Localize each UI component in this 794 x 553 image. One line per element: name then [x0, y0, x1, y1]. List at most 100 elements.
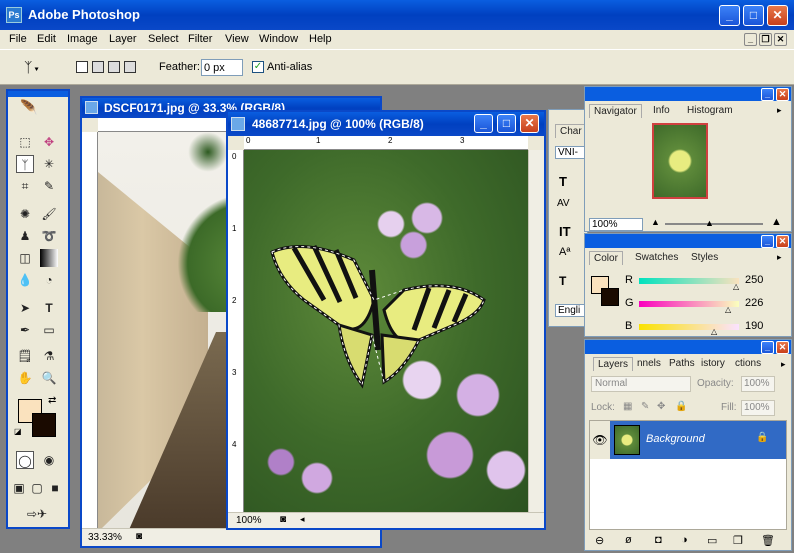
tab-history[interactable]: istory — [701, 357, 725, 371]
doc2-zoom[interactable]: 100% — [236, 515, 262, 526]
doc-minimize-icon[interactable]: _ — [744, 33, 757, 46]
tab-channels[interactable]: nnels — [637, 357, 661, 371]
r-value[interactable]: 250 — [745, 273, 777, 289]
shape-tool-icon[interactable]: ▭ — [40, 321, 58, 339]
language-field[interactable]: Engli — [555, 304, 587, 317]
g-slider-handle[interactable]: △ — [725, 305, 731, 314]
history-brush-icon[interactable]: ➰ — [40, 227, 58, 245]
blur-tool-icon[interactable]: 💧 — [16, 271, 34, 289]
background-color-swatch[interactable] — [32, 413, 56, 437]
b-slider-handle[interactable]: △ — [711, 327, 717, 336]
add-selection-icon[interactable] — [92, 61, 104, 73]
menu-edit[interactable]: Edit — [37, 30, 56, 49]
tab-navigator[interactable]: Navigator — [589, 104, 642, 118]
zoom-out-icon[interactable]: ▲ — [651, 217, 660, 227]
new-layer-icon[interactable]: ❐ — [733, 534, 743, 547]
marquee-tool-icon[interactable]: ⬚ — [16, 133, 34, 151]
tab-character[interactable]: Char — [555, 124, 587, 138]
navigator-close-icon[interactable]: ✕ — [776, 88, 789, 101]
r-slider[interactable] — [639, 278, 739, 284]
doc1-zoom[interactable]: 33.33% — [88, 532, 122, 543]
doc2-title-bar[interactable]: 48687714.jpg @ 100% (RGB/8) _ □ ✕ — [228, 112, 544, 136]
doc-restore-icon[interactable]: ❐ — [759, 33, 772, 46]
blend-mode-select[interactable]: Normal — [591, 376, 691, 392]
doc2-h-scroll-left-icon[interactable]: ◂ — [300, 514, 305, 525]
b-slider[interactable] — [639, 324, 739, 330]
layer-mask-icon[interactable]: ◘ — [655, 534, 662, 546]
brush-tool-icon[interactable]: 🖌 — [40, 205, 58, 223]
standard-mode-icon[interactable]: ◯ — [16, 451, 34, 469]
default-colors-icon[interactable]: ◪ — [14, 427, 22, 436]
screen-mode-full-icon[interactable]: ■ — [48, 479, 62, 497]
zoom-slider-handle[interactable]: ▲ — [705, 218, 714, 228]
menu-file[interactable]: File — [9, 30, 27, 49]
dodge-tool-icon[interactable]: ◔ — [40, 271, 58, 289]
pen-tool-icon[interactable]: ✒ — [16, 321, 34, 339]
b-value[interactable]: 190 — [745, 319, 777, 335]
eraser-tool-icon[interactable]: ◫ — [16, 249, 34, 267]
menu-image[interactable]: Image — [67, 30, 98, 49]
doc2-v-scrollbar[interactable] — [528, 150, 544, 512]
doc2-close-icon[interactable]: ✕ — [520, 114, 539, 133]
menu-filter[interactable]: Filter — [188, 30, 212, 49]
lock-transparent-icon[interactable]: ▦ — [623, 401, 632, 412]
menu-layer[interactable]: Layer — [109, 30, 137, 49]
doc2-minimize-icon[interactable]: _ — [474, 114, 493, 133]
tab-layers[interactable]: Layers — [593, 357, 634, 371]
gradient-tool-icon[interactable] — [40, 249, 58, 267]
minimize-icon[interactable]: _ — [719, 5, 740, 26]
layer-visibility-eye-icon[interactable]: 👁 — [590, 421, 610, 459]
move-tool-icon[interactable]: ✥ — [40, 133, 58, 151]
doc-close-icon[interactable]: ✕ — [774, 33, 787, 46]
magic-wand-icon[interactable]: ✳ — [40, 155, 58, 173]
delete-layer-icon[interactable]: 🗑 — [761, 534, 775, 547]
hand-tool-icon[interactable]: ✋ — [16, 369, 34, 387]
adjustment-layer-icon[interactable]: ◑ — [681, 534, 688, 546]
tab-info[interactable]: Info — [653, 104, 670, 118]
layers-minimize-icon[interactable]: _ — [761, 341, 774, 354]
tab-actions[interactable]: ctions — [735, 357, 761, 371]
feather-input[interactable] — [201, 59, 243, 76]
color-close-icon[interactable]: ✕ — [776, 235, 789, 248]
tab-paths[interactable]: Paths — [669, 357, 695, 371]
panel-menu-icon[interactable]: ▸ — [781, 359, 786, 370]
new-group-icon[interactable]: ▭ — [707, 534, 717, 547]
bg-color-box[interactable] — [601, 288, 619, 306]
new-selection-icon[interactable] — [76, 61, 88, 73]
healing-brush-icon[interactable]: ✺ — [16, 205, 34, 223]
panel-menu-icon[interactable]: ▸ — [777, 105, 782, 116]
zoom-in-icon[interactable]: ▲ — [771, 216, 782, 228]
lasso-tool-icon[interactable]: ᛉ — [16, 155, 34, 173]
opacity-value[interactable]: 100% — [741, 376, 775, 392]
path-select-icon[interactable]: ➤ — [16, 299, 34, 317]
lock-position-icon[interactable]: ✥ — [657, 401, 665, 412]
quickmask-mode-icon[interactable]: ◉ — [40, 451, 58, 469]
screen-mode-menu-icon[interactable]: ▢ — [30, 479, 44, 497]
menu-window[interactable]: Window — [259, 30, 298, 49]
tab-color[interactable]: Color — [589, 251, 623, 265]
eyedropper-icon[interactable]: ⚗ — [40, 347, 58, 365]
subtract-selection-icon[interactable] — [108, 61, 120, 73]
layer-row-background[interactable]: 👁 Background 🔒 — [590, 421, 786, 459]
notes-tool-icon[interactable]: 🗒 — [16, 347, 34, 365]
navigator-thumbnail[interactable] — [652, 123, 708, 199]
clone-stamp-icon[interactable]: ♟ — [16, 227, 34, 245]
crop-tool-icon[interactable]: ⌗ — [16, 177, 34, 195]
tab-histogram[interactable]: Histogram — [687, 104, 733, 118]
screen-mode-standard-icon[interactable]: ▣ — [12, 479, 26, 497]
antialias-checkbox[interactable]: ✓ — [252, 61, 264, 73]
layer-name[interactable]: Background — [646, 433, 705, 445]
lock-image-icon[interactable]: ✎ — [641, 401, 649, 412]
g-value[interactable]: 226 — [745, 296, 777, 312]
lasso-tool-preset-icon[interactable]: ᛉ▾ — [24, 59, 41, 75]
navigator-zoom-slider[interactable] — [665, 223, 763, 225]
imageready-jump-icon[interactable]: ⇨✈ — [16, 505, 58, 523]
doc2-maximize-icon[interactable]: □ — [497, 114, 516, 133]
slice-tool-icon[interactable]: ✎ — [40, 177, 58, 195]
swap-colors-icon[interactable]: ⇄ — [48, 395, 56, 406]
menu-view[interactable]: View — [225, 30, 249, 49]
color-minimize-icon[interactable]: _ — [761, 235, 774, 248]
navigator-minimize-icon[interactable]: _ — [761, 88, 774, 101]
maximize-icon[interactable]: □ — [743, 5, 764, 26]
type-tool-icon[interactable]: T — [40, 299, 58, 317]
